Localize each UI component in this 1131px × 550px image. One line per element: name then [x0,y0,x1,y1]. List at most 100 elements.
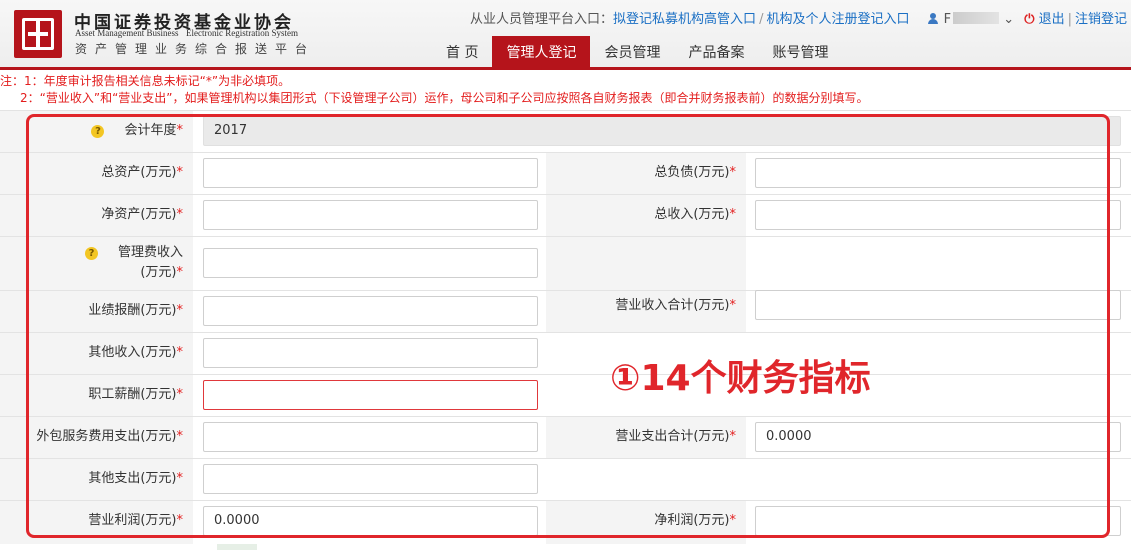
staff-salary-label: 职工薪酬(万元) [88,387,177,402]
form-row-performance: 业绩报酬(万元)* 营业收入合计(万元)* [0,290,1131,332]
pipe-separator: | [1067,12,1072,27]
form-row-other-income: 其他收入(万元)* [0,332,1131,374]
top-links: 从业人员管理平台入口：拟登记私募机构高管入口 / 机构及个人注册登记入口 F ⌄ ⏻… [470,8,1127,27]
operating-profit-input[interactable]: 0.0000 [203,506,538,536]
total-liabilities-input[interactable] [755,158,1121,188]
annotation-label: ①14个财务指标 [610,358,871,399]
fiscal-year-label: 会计年度 [124,123,177,138]
required-star: * [176,429,184,444]
nav-manager-registration[interactable]: 管理人登记 [492,36,591,70]
fiscal-year-label-cell: ? 会计年度* [0,111,193,152]
required-star: * [176,471,184,486]
other-expense-label-cell: 其他支出(万元)* [0,459,193,500]
performance-fee-label: 业绩报酬(万元) [88,303,177,318]
mgmt-fee-label-cell: ? 管理费收入 (万元)* [0,237,193,290]
outsourcing-label-cell: 外包服务费用支出(万元)* [0,417,193,458]
total-income-input[interactable] [755,200,1121,230]
chevron-down-icon[interactable]: ⌄ [1003,12,1014,27]
operating-income-total-label-cell: 营业收入合计(万元)* [546,291,746,332]
mgmt-fee-input[interactable] [203,248,538,278]
brand-subtitle: 资产管理业务综合报送平台 [75,42,316,56]
private-fund-exec-link[interactable]: 拟登记私募机构高管入口 [613,12,756,27]
total-assets-label-cell: 总资产(万元)* [0,153,193,194]
form-row-profit: 营业利润(万元)* 0.0000 净利润(万元)* [0,500,1131,544]
entry-prefix: 从业人员管理平台入口： [470,12,614,27]
performance-fee-input[interactable] [203,296,538,326]
net-profit-input[interactable] [755,506,1121,536]
net-profit-label-cell: 净利润(万元)* [546,501,746,544]
required-star: * [176,123,184,138]
net-assets-label-cell: 净资产(万元)* [0,195,193,236]
required-star: * [176,165,184,180]
total-liabilities-label: 总负债(万元) [654,165,730,180]
required-star: * [176,345,184,360]
total-income-label: 总收入(万元) [654,207,730,222]
nav-product-filing[interactable]: 产品备案 [674,36,758,70]
note-line-2: 2：“营业收入”和“营业支出”，如果管理机构以集团形式（下设管理子公司）运作，母… [20,91,869,105]
net-assets-input[interactable] [203,200,538,230]
note-line-1: 注：1：年度审计报告相关信息未标记“*”为非必填项。 [0,74,291,88]
net-profit-label: 净利润(万元) [654,513,730,528]
deregister-link[interactable]: 注销登记 [1075,12,1127,27]
total-liabilities-label-cell: 总负债(万元)* [546,153,746,194]
required-star: * [176,303,184,318]
nav-member-management[interactable]: 会员管理 [590,36,674,70]
required-star: * [729,165,737,180]
required-star: * [176,387,184,402]
form-row-staff-salary: 职工薪酬(万元)* [0,374,1131,416]
form-row-assets: 总资产(万元)* 总负债(万元)* [0,152,1131,194]
staff-salary-input[interactable] [203,380,538,410]
operating-expense-total-label-cell: 营业支出合计(万元)* [546,417,746,458]
form-row-net-assets: 净资产(万元)* 总收入(万元)* [0,194,1131,236]
required-star: * [176,265,184,280]
staff-salary-label-cell: 职工薪酬(万元)* [0,375,193,416]
nav-home[interactable]: 首 页 [432,36,492,70]
page-header: 中国证券投资基金业协会 Asset Management Business El… [0,0,1131,70]
power-icon[interactable]: ⏻ [1024,12,1034,27]
form-row-outsourcing: 外包服务费用支出(万元)* 营业支出合计(万元)* 0.0000 [0,416,1131,458]
brand-name-en-2: Electronic Registration System [186,28,298,38]
logout-link[interactable]: 退出 [1039,12,1065,27]
form-notes: 注：1：年度审计报告相关信息未标记“*”为非必填项。 2：“营业收入”和“营业支… [0,73,1131,107]
total-assets-label: 总资产(万元) [101,165,177,180]
bottom-button-stub[interactable] [217,544,257,550]
help-icon[interactable]: ? [91,125,105,138]
operating-income-total-input[interactable] [755,290,1121,320]
total-assets-input[interactable] [203,158,538,188]
net-assets-label: 净资产(万元) [101,207,177,222]
link-separator: / [759,12,764,27]
username-mask [953,12,1000,24]
fiscal-year-field: 2017 [203,116,1121,146]
other-income-label-cell: 其他收入(万元)* [0,333,193,374]
brand-name-en-1: Asset Management Business [75,28,179,38]
help-icon[interactable]: ? [84,247,98,260]
outsourcing-input[interactable] [203,422,538,452]
operating-income-total-label: 营业收入合计(万元) [615,298,730,313]
outsourcing-label: 外包服务费用支出(万元) [36,429,177,444]
mgmt-fee-label-2: (万元) [140,265,177,280]
required-star: * [729,429,737,444]
other-income-input[interactable] [203,338,538,368]
performance-fee-label-cell: 业绩报酬(万元)* [0,291,193,332]
user-icon [927,13,938,24]
total-income-label-cell: 总收入(万元)* [546,195,746,236]
required-star: * [729,298,737,313]
other-expense-input[interactable] [203,464,538,494]
operating-profit-label-cell: 营业利润(万元)* [0,501,193,544]
form-row-other-expense: 其他支出(万元)* [0,458,1131,500]
operating-expense-total-input[interactable]: 0.0000 [755,422,1121,452]
operating-expense-total-label: 营业支出合计(万元) [615,429,730,444]
username[interactable]: F [944,12,951,27]
association-logo-icon[interactable] [14,10,62,58]
other-income-label: 其他收入(万元) [88,345,177,360]
mgmt-fee-label-1: 管理费收入 [117,245,183,260]
required-star: * [176,207,184,222]
empty-right-cell [546,237,746,290]
registration-entry-link[interactable]: 机构及个人注册登记入口 [766,12,909,27]
form-row-mgmt-fee: ? 管理费收入 (万元)* [0,236,1131,290]
nav-account-management[interactable]: 账号管理 [758,36,842,70]
form-row-fiscal-year: ? 会计年度* 2017 [0,110,1131,152]
required-star: * [176,513,184,528]
main-nav: 首 页 管理人登记 会员管理 产品备案 账号管理 [432,36,842,70]
required-star: * [729,513,737,528]
